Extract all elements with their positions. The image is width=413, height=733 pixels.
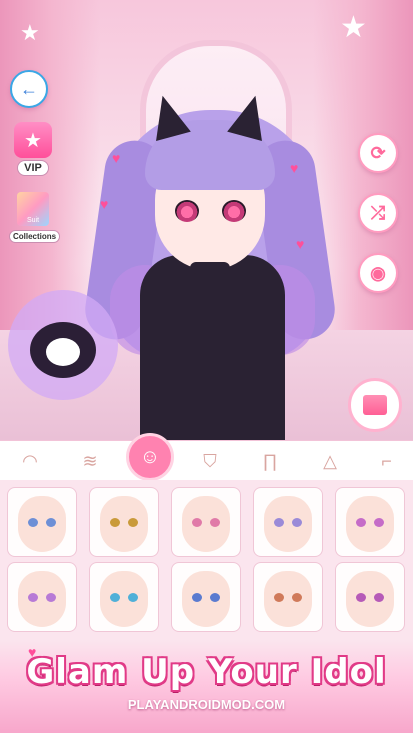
face-option[interactable] xyxy=(7,562,77,632)
pants-icon: ∏ xyxy=(262,450,278,471)
hair-icon: ≋ xyxy=(82,450,98,471)
back-button[interactable]: ← xyxy=(10,70,48,108)
tab-bottom[interactable]: ∏ xyxy=(240,441,300,481)
save-button[interactable] xyxy=(348,378,402,432)
suit-thumbnail-icon: Suit xyxy=(17,192,49,226)
face-option[interactable] xyxy=(253,562,323,632)
face-option[interactable] xyxy=(171,487,241,557)
face-option[interactable] xyxy=(7,487,77,557)
heart-icon: ♥ xyxy=(112,150,121,166)
shoe-icon: ⌐ xyxy=(381,450,392,471)
face-option[interactable] xyxy=(89,487,159,557)
character-choker xyxy=(190,262,230,274)
tab-top[interactable]: ⛉ xyxy=(180,441,240,481)
heart-icon: ♥ xyxy=(290,160,299,176)
face-icon: ☺ xyxy=(126,433,174,481)
tab-face-base[interactable]: ◠ xyxy=(0,441,60,481)
tab-accessory[interactable]: ⌐ xyxy=(360,441,413,481)
tab-dress[interactable]: △ xyxy=(300,441,360,481)
reset-button[interactable]: ⟳ xyxy=(358,133,398,173)
shuffle-button[interactable]: ⤮ xyxy=(358,193,398,233)
collections-label: Collections xyxy=(9,230,61,243)
face-option[interactable] xyxy=(335,562,405,632)
face-outline-icon: ◠ xyxy=(22,450,38,471)
mascot-companion xyxy=(8,290,118,400)
star-sparkle-icon: ★ xyxy=(340,11,367,44)
heart-icon: ♥ xyxy=(296,236,305,252)
star-sparkle-icon: ★ xyxy=(20,20,40,45)
tab-face[interactable]: ☺ xyxy=(120,433,180,481)
dress-icon: △ xyxy=(323,450,337,471)
face-option[interactable] xyxy=(253,487,323,557)
character-right-eye xyxy=(222,200,246,222)
tab-hair[interactable]: ≋ xyxy=(60,441,120,481)
face-option[interactable] xyxy=(171,562,241,632)
watermark-text: PLAYANDROIDMOD.COM xyxy=(127,697,286,712)
face-option[interactable] xyxy=(335,487,405,557)
vip-star-icon: ★ xyxy=(14,122,52,158)
shuffle-icon: ⤮ xyxy=(370,202,386,223)
camera-icon: ◉ xyxy=(370,262,386,283)
collections-button[interactable]: Suit Collections xyxy=(9,192,61,244)
character-left-eye xyxy=(175,200,199,222)
face-option[interactable] xyxy=(89,562,159,632)
camera-button[interactable]: ◉ xyxy=(358,253,398,293)
heart-icon: ♥ xyxy=(100,196,109,212)
download-tray-icon xyxy=(363,395,387,415)
banner-title: Glam Up Your Idol xyxy=(26,652,387,692)
shirt-icon: ⛉ xyxy=(203,450,217,471)
character-outfit xyxy=(140,255,285,440)
back-arrow-icon: ← xyxy=(20,78,38,99)
category-bar: ◠ ≋ ☺ ⛉ ∏ △ ⌐ xyxy=(0,433,413,481)
vip-label: VIP xyxy=(17,160,49,176)
character-preview: ★ ★ ♥ ♥ ♥ ♥ xyxy=(0,0,413,440)
suit-label: Suit xyxy=(26,217,40,224)
vip-button[interactable]: ★ VIP xyxy=(11,122,55,176)
refresh-icon: ⟳ xyxy=(370,142,386,163)
